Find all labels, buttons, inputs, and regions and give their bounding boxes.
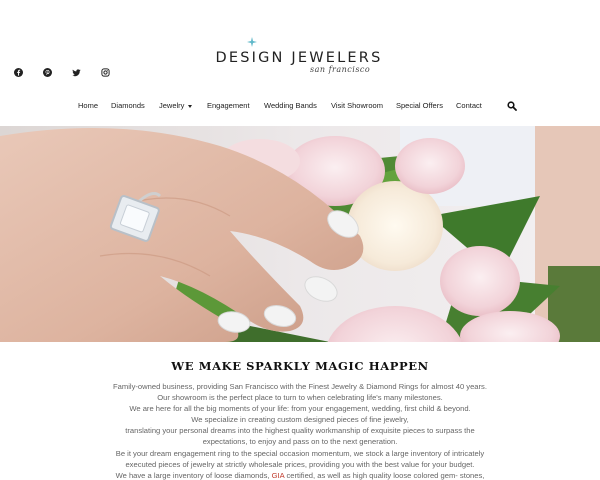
nav-contact[interactable]: Contact [456,101,482,111]
intro-line: Family-owned business, providing San Fra… [113,382,487,391]
search-icon[interactable] [507,101,517,111]
nav-diamonds[interactable]: Diamonds [111,101,145,111]
site-header: DESIGN JEWELERS san francisco Home Diamo… [0,0,600,126]
pinterest-icon[interactable] [42,67,52,77]
intro-line-part: We have a large inventory of loose diamo… [115,470,270,480]
sparkle-icon [247,37,257,47]
nav-visit-showroom[interactable]: Visit Showroom [331,101,383,111]
brand-name: DESIGN JEWELERS [215,50,383,66]
gia-link[interactable]: GIA [272,471,285,480]
intro-text: Family-owned business, providing San Fra… [80,381,520,480]
nav-home[interactable]: Home [78,101,98,111]
intro-line: We are here for all the big moments of y… [129,404,471,414]
intro-line: Our showroom is the perfect place to tur… [157,393,443,403]
intro-line-part: certified, as well as high quality loose… [286,470,485,480]
nav-jewelry-label: Jewelry [159,101,185,110]
intro-line: We specialize in creating custom designe… [191,415,409,425]
brand-tagline: san francisco [310,65,371,74]
intro-line: Be it your dream engagement ring to the … [115,448,485,458]
chevron-down-icon [188,104,193,108]
intro-line: translating your personal dreams into th… [125,426,475,436]
hero-image [0,126,600,342]
facebook-icon[interactable] [13,67,23,77]
twitter-icon[interactable] [71,67,81,77]
nav-wedding-bands[interactable]: Wedding Bands [264,101,317,111]
intro-line: expectations, to enjoy and pass on to th… [202,437,398,447]
nav-jewelry[interactable]: Jewelry [159,101,193,111]
nav-engagement[interactable]: Engagement [207,101,250,111]
intro-section: WE MAKE SPARKLY MAGIC HAPPEN Family-owne… [0,342,600,480]
brand-logo[interactable]: DESIGN JEWELERS san francisco [214,37,384,76]
intro-line-last: We have a large inventory of loose diamo… [80,470,520,480]
section-headline: WE MAKE SPARKLY MAGIC HAPPEN [171,359,429,373]
intro-line: executed pieces of jewelry at strictly w… [125,459,475,469]
instagram-icon[interactable] [100,67,110,77]
nav-special-offers[interactable]: Special Offers [396,101,443,111]
